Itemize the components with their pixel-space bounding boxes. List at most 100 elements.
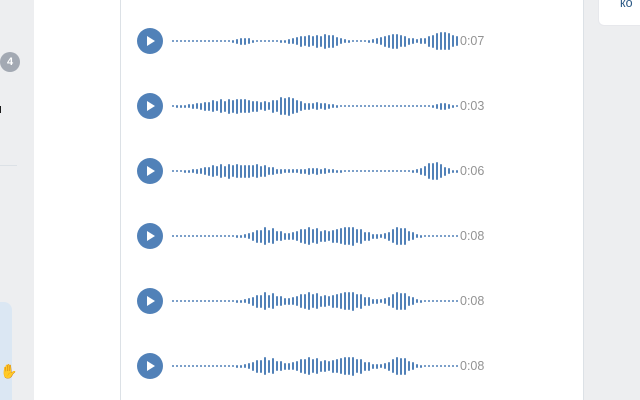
promo-card[interactable] xyxy=(0,302,12,400)
waveform-bar xyxy=(352,357,354,376)
waveform-bar xyxy=(312,229,314,243)
unread-badge: 4 xyxy=(0,52,20,72)
waveform-bar xyxy=(244,165,246,178)
waveform-bar xyxy=(320,296,322,307)
waveform-bar xyxy=(328,296,330,306)
waveform-bar xyxy=(424,235,426,237)
waveform-bar xyxy=(388,232,390,241)
voice-waveform[interactable] xyxy=(172,288,460,314)
waveform-bar xyxy=(384,105,386,107)
waveform-bar xyxy=(404,228,406,245)
waveform-bar xyxy=(220,40,222,42)
waveform-bar xyxy=(420,300,422,303)
waveform-bar xyxy=(428,36,430,47)
voice-waveform[interactable] xyxy=(172,353,460,379)
waveform-bar xyxy=(416,169,418,173)
waveform-bar xyxy=(368,232,370,241)
waveform-bar xyxy=(268,102,270,110)
waveform-bar xyxy=(456,300,458,302)
waveform-bar xyxy=(248,298,250,304)
waveform-bar xyxy=(284,363,286,370)
waveform-bar xyxy=(228,300,230,302)
waveform-bar xyxy=(376,234,378,239)
waveform-bar xyxy=(376,364,378,369)
nav-item-label[interactable]: ия xyxy=(0,102,2,116)
waveform-bar xyxy=(384,170,386,172)
waveform-bar xyxy=(400,35,402,47)
waveform-bar xyxy=(220,164,222,178)
waveform-bar xyxy=(260,360,262,373)
waveform-bar xyxy=(300,359,302,373)
waveform-bar xyxy=(236,39,238,44)
waveform-bar xyxy=(220,235,222,237)
waveform-bar xyxy=(176,365,178,367)
waveform-bar xyxy=(268,230,270,243)
waveform-bar xyxy=(224,166,226,177)
waveform-bar xyxy=(240,99,242,113)
waveform-bar xyxy=(232,365,234,367)
waveform-bar xyxy=(424,300,426,302)
waveform-bar xyxy=(280,40,282,43)
waveform-bar xyxy=(456,235,458,237)
waveform-bar xyxy=(440,32,442,50)
waveform-bar xyxy=(276,231,278,241)
waveform-bar xyxy=(192,365,194,367)
play-button[interactable] xyxy=(137,93,163,119)
waveform-bar xyxy=(380,37,382,45)
play-button[interactable] xyxy=(137,223,163,249)
play-button[interactable] xyxy=(137,28,163,54)
voice-waveform[interactable] xyxy=(172,28,460,54)
waveform-bar xyxy=(432,365,434,367)
waveform-bar xyxy=(448,235,450,237)
waveform-bar xyxy=(380,234,382,238)
play-button[interactable] xyxy=(137,353,163,379)
waveform-bar xyxy=(268,167,270,175)
waveform-bar xyxy=(344,39,346,43)
waveform-bar xyxy=(320,361,322,372)
waveform-bar xyxy=(232,40,234,43)
waveform-bar xyxy=(320,169,322,174)
waveform-bar xyxy=(372,39,374,43)
voice-message: 0:06 xyxy=(137,158,577,184)
waveform-bar xyxy=(408,38,410,45)
voice-waveform[interactable] xyxy=(172,158,460,184)
waveform-bar xyxy=(224,40,226,42)
waveform-bar xyxy=(192,300,194,302)
waveform-bar xyxy=(340,105,342,107)
waveform-bar xyxy=(192,235,194,237)
waveform-bar xyxy=(308,227,310,245)
waveform-bar xyxy=(244,99,246,113)
play-button[interactable] xyxy=(137,288,163,314)
waveform-bar xyxy=(432,105,434,108)
waveform-bar xyxy=(416,364,418,368)
waveform-bar xyxy=(312,168,314,174)
waveform-bar xyxy=(412,38,414,44)
waveform-bar xyxy=(452,235,454,237)
waveform-bar xyxy=(180,170,182,172)
waveform-bar xyxy=(184,300,186,302)
waveform-bar xyxy=(272,100,274,113)
waveform-bar xyxy=(224,235,226,237)
waveform-bar xyxy=(356,294,358,308)
waveform-bar xyxy=(440,300,442,302)
voice-duration: 0:08 xyxy=(460,359,485,373)
play-button[interactable] xyxy=(137,158,163,184)
waveform-bar xyxy=(264,101,266,111)
right-panel-link[interactable]: ко xyxy=(620,0,633,10)
waveform-bar xyxy=(340,38,342,44)
waveform-bar xyxy=(216,101,218,111)
waveform-bar xyxy=(220,300,222,302)
waveform-bar xyxy=(400,293,402,310)
waveform-bar xyxy=(212,300,214,302)
waveform-bar xyxy=(452,35,454,47)
waveform-bar xyxy=(400,105,402,107)
waveform-bar xyxy=(316,358,318,374)
waveform-bar xyxy=(388,297,390,306)
waveform-bar xyxy=(276,100,278,112)
waveform-bar xyxy=(396,170,398,172)
waveform-bar xyxy=(272,167,274,175)
waveform-bar xyxy=(404,105,406,107)
voice-waveform[interactable] xyxy=(172,223,460,249)
voice-waveform[interactable] xyxy=(172,93,460,119)
waveform-bar xyxy=(196,103,198,109)
